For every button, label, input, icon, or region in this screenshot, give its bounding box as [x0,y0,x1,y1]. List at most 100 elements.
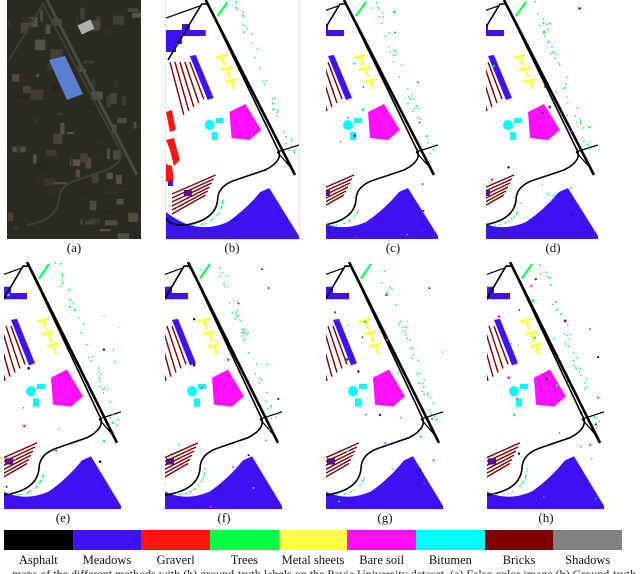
trees-dot [408,95,410,98]
misclassified-pixel [579,411,583,414]
trees-dot [361,480,364,483]
trees-dot [185,222,187,225]
trees-dot [26,492,28,494]
trees-dot [413,107,415,110]
image-texture [49,188,56,197]
misclassified-pixel [112,349,115,352]
misclassified-pixel [209,505,212,508]
image-texture [132,12,141,18]
bitumen-region [204,120,215,130]
trees-dot [219,275,221,277]
trees-dot [520,484,522,486]
misclassified-pixel [392,468,394,471]
trees-dot [251,33,253,35]
trees-dot [277,413,279,415]
misclassified-pixel [378,413,382,417]
trees-dot [177,218,180,221]
trees-dot [573,352,575,354]
legend-label-trees: Trees [230,553,259,567]
image-texture [104,27,114,36]
trees-dot [259,67,261,70]
trees-dot [428,409,431,412]
trees-dot [598,420,600,422]
panel-b-ground-truth-map [166,0,299,239]
trees-dot [567,102,569,104]
trees-dot [30,490,32,492]
bitumen-region [510,132,516,140]
trees-dot [419,118,422,120]
trees-dot [107,388,109,390]
misclassified-pixel [199,269,202,271]
trees-dot [543,22,545,25]
ground-truth-map [166,0,299,239]
panel-a-false-color-image [7,0,141,239]
trees-dot [520,202,522,204]
misclassified-pixel [103,314,105,317]
bitumen-region [359,383,367,390]
trees-dot [236,301,239,303]
trees-dot [347,220,350,222]
panel-label-c: (c) [385,240,401,255]
trees-dot [265,79,267,82]
trees-dot [290,138,293,141]
misclassified-pixel [558,432,561,434]
trees-dot [243,339,245,342]
metal-sheets [518,65,532,78]
misclassified-pixel [518,309,521,311]
image-texture [15,95,28,99]
image-texture [7,21,11,26]
misclassified-pixel [417,81,419,84]
trees-dot [343,493,345,495]
trees-dot [109,416,111,419]
trees-dot [335,493,338,496]
trees-dot [596,417,598,419]
misclassified-pixel [534,277,537,281]
image-texture [93,140,107,145]
trees-dot [398,324,400,327]
trees-dot [97,367,100,369]
trees-dot [552,303,554,306]
bitumen-region [520,383,528,390]
metal-sheets [358,65,372,78]
misclassified-pixel [507,376,510,380]
misclassified-pixel [346,449,349,453]
trees-dot [116,424,119,427]
trees-dot [273,96,276,99]
trees-dot [285,135,288,138]
trees-dot [117,418,119,421]
trees-dot [98,370,100,373]
trees-dot [547,40,550,43]
trees-dot [400,64,403,66]
misclassified-pixel [267,286,270,289]
image-texture [82,60,95,64]
trees-strip [216,1,229,17]
metal-sheets [523,77,537,90]
trees-dot [427,141,429,144]
trees-dot [556,308,559,311]
misclassified-pixel [549,22,552,25]
misclassified-pixel [188,265,192,269]
metal-sheets [207,342,221,355]
trees-dot [411,357,413,360]
bricks-row [326,194,345,206]
classification-map-f [165,262,282,509]
trees-dot [586,143,589,146]
misclassified-pixel [357,370,360,373]
trees-dot [388,45,390,48]
misclassified-pixel [516,397,518,400]
trees-dot [555,53,558,56]
metal-sheets [358,317,372,330]
bitumen-region [514,118,522,123]
legend-label-bitumen: Bitumen [428,553,472,567]
trees-dot [412,354,415,356]
misclassified-pixel [578,7,581,10]
metal-sheets [215,53,228,66]
trees-dot [423,386,425,388]
panel-label-h: (h) [538,510,554,525]
misclassified-pixel [5,485,8,488]
trees-dot [42,474,44,476]
panel-c-classification-map [326,0,438,239]
trees-dot [277,110,280,112]
image-texture [21,17,32,22]
trees-dot [241,331,244,334]
